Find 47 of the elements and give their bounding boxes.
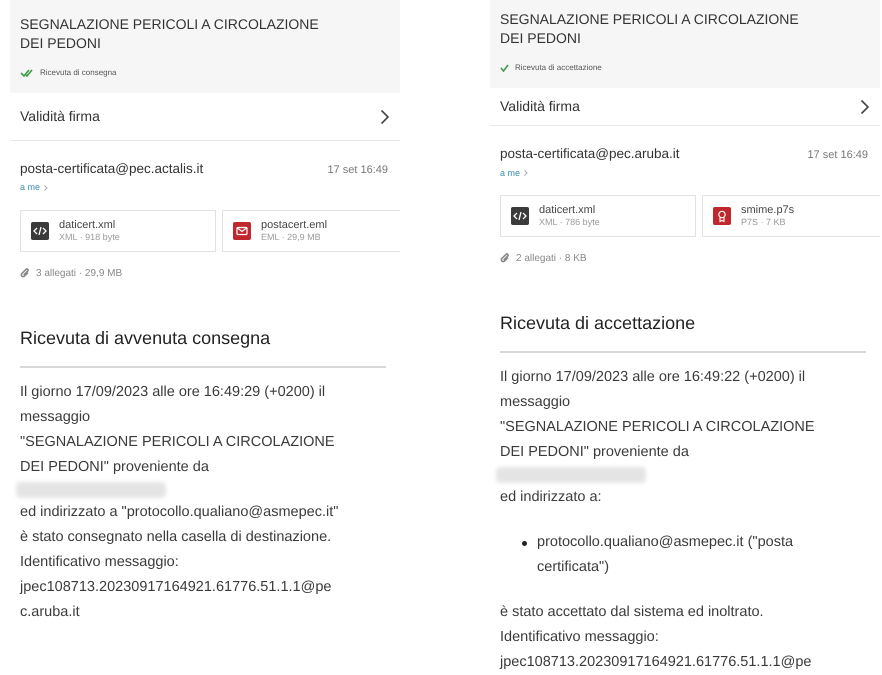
attachment-meta: XML · 786 byte — [539, 216, 600, 228]
double-check-icon — [20, 69, 34, 77]
recipient-link[interactable]: a me — [20, 181, 48, 195]
list-item: protocollo.qualiano@asmepec.it ("posta certificata") — [537, 533, 794, 577]
attachment-card[interactable]: smime.p7s P7S · 7 KB — [702, 195, 880, 237]
paperclip-icon — [20, 268, 30, 279]
sender-address: posta-certificata@pec.actalis.it — [20, 160, 204, 178]
recipient-link[interactable]: a me — [500, 166, 528, 180]
chevron-right-icon — [524, 170, 528, 176]
message-paragraph: Il giorno 17/09/2023 alle ore 16:49:22 (+0200) il messaggio "SEGNALAZIONE PERICOLI A CIRCOLAZIONE DEI PEDONI" proveniente da — [500, 368, 815, 462]
status-label: Ricevuta di consegna — [40, 67, 116, 79]
message-date: 17 set 16:49 — [327, 163, 389, 178]
attachment-card[interactable]: daticert.xml XML · 786 byte — [500, 195, 696, 237]
chevron-right-icon — [380, 108, 390, 124]
certificate-icon — [713, 207, 731, 225]
attachment-meta: XML · 918 byte — [59, 230, 120, 243]
message-paragraph: ed indirizzato a: — [500, 488, 602, 507]
email-subject: SEGNALAZIONE PERICOLI A CIRCOLAZIONE DEI PEDONI — [500, 10, 800, 48]
attachment-name: postacert.eml — [261, 218, 328, 231]
check-icon — [500, 64, 509, 72]
code-file-icon — [511, 207, 529, 225]
email-subject: SEGNALAZIONE PERICOLI A CIRCOLAZIONE DEI PEDONI — [20, 15, 320, 53]
signature-validity-row[interactable]: Validità firma — [490, 88, 880, 126]
attachment-card[interactable]: daticert.xml XML · 918 byte — [20, 210, 216, 252]
paperclip-icon — [500, 253, 510, 264]
receipt-heading: Ricevuta di avvenuta consegna — [20, 324, 386, 368]
chevron-right-icon — [44, 185, 48, 191]
envelope-icon — [233, 222, 251, 240]
attachment-name: daticert.xml — [59, 218, 116, 231]
message-paragraph: è stato accettato dal sistema ed inoltrato. Identificativo messaggio: jpec108713.20230917164921.61776.51.1.1@pe — [500, 603, 812, 672]
chevron-right-icon — [860, 98, 870, 115]
attachment-card[interactable]: postacert.eml EML · 29,9 MB — [222, 210, 400, 252]
receipt-heading: Ricevuta di accettazione — [500, 310, 866, 353]
signature-validity-row[interactable]: Validità firma — [10, 93, 400, 141]
code-file-icon — [31, 222, 49, 240]
message-paragraph: ed indirizzato a "protocollo.qualiano@asmepec.it" è stato consegnato nella casella di destinazione. Identificativo messaggio: jpec108713.20230917164921.61776.51.1.1@pe c.aruba.it — [20, 502, 338, 622]
attachment-name: daticert.xml — [539, 204, 596, 216]
attachment-meta: EML · 29,9 MB — [261, 230, 322, 243]
attachment-name: smime.p7s — [741, 204, 794, 216]
attachment-meta: P7S · 7 KB — [741, 216, 787, 228]
attachments-summary: 2 allegati · 8 KB — [516, 252, 587, 266]
message-paragraph: Il giorno 17/09/2023 alle ore 16:49:29 (+0200) il messaggio "SEGNALAZIONE PERICOLI A CIRCOLAZIONE DEI PEDONI" proveniente da — [20, 382, 335, 477]
attachments-summary: 3 allegati · 29,9 MB — [36, 266, 122, 281]
message-date: 17 set 16:49 — [807, 148, 869, 164]
bullet-icon — [522, 541, 527, 546]
status-label: Ricevuta di accettazione — [515, 62, 602, 74]
sender-address: posta-certificata@pec.aruba.it — [500, 145, 680, 164]
